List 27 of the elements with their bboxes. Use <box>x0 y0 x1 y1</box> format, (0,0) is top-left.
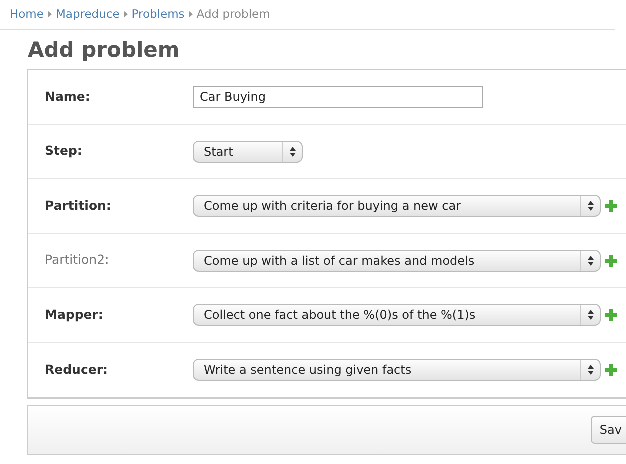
updown-arrows-icon <box>290 146 296 157</box>
select-dropdown[interactable]: Come up with criteria for buying a new car <box>193 195 601 218</box>
updown-arrows-icon <box>588 310 594 320</box>
field-label: Name: <box>45 88 92 106</box>
add-icon[interactable] <box>605 309 617 322</box>
updown-arrows-icon <box>588 256 594 266</box>
breadcrumb-current: Add problem <box>196 7 270 21</box>
updown-arrows-icon <box>588 365 594 376</box>
updown-arrows-icon <box>588 201 594 212</box>
add-icon[interactable] <box>605 254 617 267</box>
breadcrumb-link[interactable]: Mapreduce <box>56 7 120 21</box>
field-label: Step: <box>45 142 84 160</box>
add-icon[interactable] <box>605 200 617 212</box>
select-dropdown[interactable]: Start <box>193 140 303 163</box>
breadcrumb-link[interactable]: Problems <box>132 7 185 21</box>
field-label: Partition2: <box>45 251 110 270</box>
select-dropdown[interactable]: Write a sentence using given facts <box>193 359 601 382</box>
field-label: Mapper: <box>45 306 104 324</box>
add-icon[interactable] <box>605 364 617 376</box>
field-label: Reducer: <box>45 360 110 379</box>
save-button[interactable]: Sav <box>590 416 626 444</box>
select-dropdown[interactable]: Collect one fact about the %(0)s of the %(1)s <box>193 304 601 326</box>
field-label: Partition: <box>45 196 112 215</box>
page-title: Add problem <box>28 38 181 64</box>
select-dropdown[interactable]: Come up with a list of car makes and models <box>193 250 601 272</box>
text-field[interactable]: Car Buying <box>193 86 483 108</box>
breadcrumb-link[interactable]: Home <box>10 7 44 21</box>
